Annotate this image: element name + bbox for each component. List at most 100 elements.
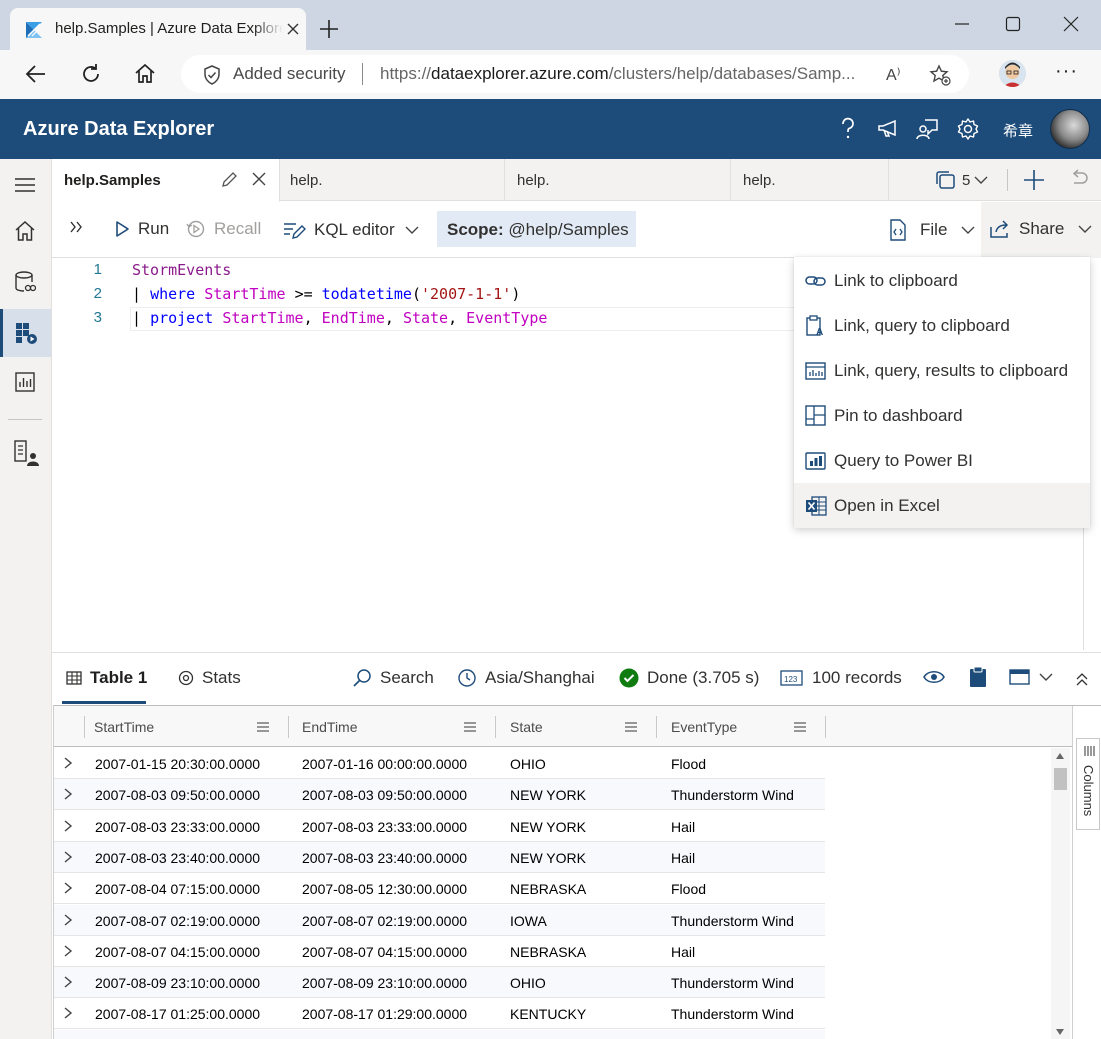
copy-clipboard-icon[interactable] xyxy=(969,666,987,688)
table-cell[interactable]: OHIO xyxy=(510,756,546,772)
timezone-selector[interactable]: Asia/Shanghai xyxy=(457,668,595,688)
table-cell[interactable]: 2007-08-03 23:33:00.0000 xyxy=(95,819,260,835)
add-tab-plus-icon[interactable] xyxy=(1023,169,1045,191)
column-header-state[interactable]: State xyxy=(495,706,656,747)
code-line[interactable]: StormEvents xyxy=(132,261,231,279)
home-icon[interactable] xyxy=(133,62,157,86)
table-cell[interactable]: OHIO xyxy=(510,975,546,991)
query-tab[interactable]: help. xyxy=(505,159,731,201)
table-row[interactable]: 2007-08-07 02:19:00.0000 2007-08-07 02:19… xyxy=(54,904,825,936)
menu-item-link-query-results-to-clipboard[interactable]: Link, query, results to clipboard xyxy=(794,348,1090,393)
column-header-starttime[interactable]: StartTime xyxy=(84,706,288,747)
table-row[interactable]: 2007-08-09 23:10:00.0000 2007-08-09 23:10… xyxy=(54,967,825,999)
home-nav-icon[interactable] xyxy=(14,220,36,242)
table-cell[interactable]: 2007-08-04 07:15:00.0000 xyxy=(95,881,260,897)
maximize-icon[interactable] xyxy=(1005,16,1021,32)
query-tab[interactable]: help. xyxy=(731,159,889,201)
column-menu-icon[interactable] xyxy=(463,721,477,733)
table-cell[interactable]: Thunderstorm Wind xyxy=(671,975,794,991)
table-cell[interactable]: IOWA xyxy=(510,913,547,929)
table-cell[interactable]: Flood xyxy=(671,756,706,772)
table-cell[interactable]: NEBRASKA xyxy=(510,944,586,960)
table-cell[interactable]: 2007-08-07 02:19:00.0000 xyxy=(302,913,467,929)
close-window-icon[interactable] xyxy=(1063,16,1079,32)
table-cell[interactable]: 2007-08-07 04:15:00.0000 xyxy=(95,944,260,960)
expand-row-chevron-icon[interactable] xyxy=(63,913,73,927)
table-cell[interactable]: KENTUCKY xyxy=(510,1006,586,1022)
table-cell[interactable]: Hail xyxy=(671,819,695,835)
read-aloud-icon[interactable]: A⁾ xyxy=(886,65,901,85)
table-cell[interactable]: 2007-08-07 04:15:00.0000 xyxy=(302,944,467,960)
table-row[interactable]: 2007-08-03 09:50:00.0000 2007-08-03 09:50… xyxy=(54,779,825,811)
hamburger-menu-icon[interactable] xyxy=(14,176,36,194)
menu-item-link-query-to-clipboard[interactable]: A Link, query to clipboard xyxy=(794,303,1090,348)
table-cell[interactable]: 2007-08-03 09:50:00.0000 xyxy=(302,787,467,803)
expand-row-chevron-icon[interactable] xyxy=(63,881,73,895)
table-cell[interactable]: Thunderstorm Wind xyxy=(671,913,794,929)
share-menu-button[interactable]: Share xyxy=(989,219,1092,239)
reopen-tab-undo-icon[interactable] xyxy=(1069,169,1089,191)
browser-profile-avatar[interactable] xyxy=(999,60,1026,87)
expand-row-chevron-icon[interactable] xyxy=(63,819,73,833)
more-options-icon[interactable]: ··· xyxy=(1055,60,1078,83)
scroll-up-arrow-icon[interactable] xyxy=(1055,752,1065,760)
file-menu-button[interactable]: File xyxy=(888,219,975,241)
expand-row-chevron-icon[interactable] xyxy=(63,850,73,864)
run-button[interactable]: Run xyxy=(114,219,169,239)
table-cell[interactable]: 2007-08-03 23:40:00.0000 xyxy=(95,850,260,866)
query-grid-icon[interactable] xyxy=(14,321,38,345)
refresh-icon[interactable] xyxy=(79,62,103,86)
user-avatar[interactable] xyxy=(1050,109,1090,149)
table-cell[interactable]: 2007-01-16 00:00:00.0000 xyxy=(302,756,467,772)
scrollbar-thumb[interactable] xyxy=(1054,768,1067,790)
security-status-label[interactable]: Added security xyxy=(233,64,345,84)
menu-item-pin-to-dashboard[interactable]: Pin to dashboard xyxy=(794,393,1090,438)
kql-editor-dropdown[interactable]: KQL editor xyxy=(282,219,419,241)
table-row[interactable]: 2007-08-03 23:40:00.0000 2007-08-03 23:40… xyxy=(54,841,825,873)
tab-stats[interactable]: Stats xyxy=(178,668,241,688)
tab-table-1[interactable]: Table 1 xyxy=(66,668,147,688)
table-cell[interactable]: 2007-08-17 01:25:00.0000 xyxy=(95,1006,260,1022)
table-cell[interactable]: 2007-01-15 20:30:00.0000 xyxy=(95,756,260,772)
table-cell[interactable]: Hail xyxy=(671,944,695,960)
close-query-tab-icon[interactable] xyxy=(251,171,267,187)
help-question-icon[interactable] xyxy=(838,117,858,141)
expand-row-chevron-icon[interactable] xyxy=(63,944,73,958)
minimize-icon[interactable] xyxy=(954,16,970,32)
table-row[interactable]: 2007-08-07 04:15:00.0000 2007-08-07 04:15… xyxy=(54,936,825,967)
table-cell[interactable]: Flood xyxy=(671,881,706,897)
recall-button[interactable]: Recall xyxy=(186,219,261,239)
column-menu-icon[interactable] xyxy=(624,721,638,733)
expand-row-chevron-icon[interactable] xyxy=(63,787,73,801)
data-connection-icon[interactable] xyxy=(14,271,36,295)
rename-pencil-icon[interactable] xyxy=(220,171,238,189)
browser-tab[interactable]: help.Samples | Azure Data Explorer xyxy=(10,8,306,50)
admin-user-icon[interactable] xyxy=(14,439,40,467)
menu-item-open-in-excel[interactable]: Open in Excel xyxy=(794,483,1090,528)
close-tab-icon[interactable] xyxy=(286,22,300,36)
table-cell[interactable]: NEBRASKA xyxy=(510,881,586,897)
tab-count-dropdown[interactable]: 5 xyxy=(934,169,988,191)
table-cell[interactable]: Thunderstorm Wind xyxy=(671,787,794,803)
dashboards-icon[interactable] xyxy=(14,371,36,393)
scope-selector[interactable]: Scope: @help/Samples xyxy=(437,211,636,247)
table-cell[interactable]: NEW YORK xyxy=(510,850,586,866)
menu-item-link-to-clipboard[interactable]: Link to clipboard xyxy=(794,258,1090,303)
collapse-chevrons-up-icon[interactable] xyxy=(1076,673,1088,687)
table-cell[interactable]: 2007-08-17 01:29:00.0000 xyxy=(302,1006,467,1022)
settings-gear-icon[interactable] xyxy=(956,117,980,141)
table-cell[interactable]: 2007-08-03 23:33:00.0000 xyxy=(302,819,467,835)
expand-row-chevron-icon[interactable] xyxy=(63,975,73,989)
add-favorite-star-icon[interactable] xyxy=(929,64,951,86)
expand-row-chevron-icon[interactable] xyxy=(63,1006,73,1020)
table-cell[interactable]: Hail xyxy=(671,850,695,866)
scroll-down-arrow-icon[interactable] xyxy=(1055,1028,1065,1036)
column-menu-icon[interactable] xyxy=(256,721,270,733)
table-cell[interactable]: 2007-08-03 23:40:00.0000 xyxy=(302,850,467,866)
code-line[interactable]: | project StartTime, EndTime, State, Eve… xyxy=(132,309,547,327)
layout-dropdown[interactable] xyxy=(1009,668,1053,686)
table-cell[interactable]: 2007-08-07 02:19:00.0000 xyxy=(95,913,260,929)
table-row[interactable]: 2007-08-03 23:33:00.0000 2007-08-03 23:33… xyxy=(54,811,825,842)
grid-vertical-scrollbar[interactable] xyxy=(1051,748,1070,1039)
table-row[interactable]: 2007-08-17 01:10:00.00002007-08-17 01:50… xyxy=(54,1029,825,1039)
